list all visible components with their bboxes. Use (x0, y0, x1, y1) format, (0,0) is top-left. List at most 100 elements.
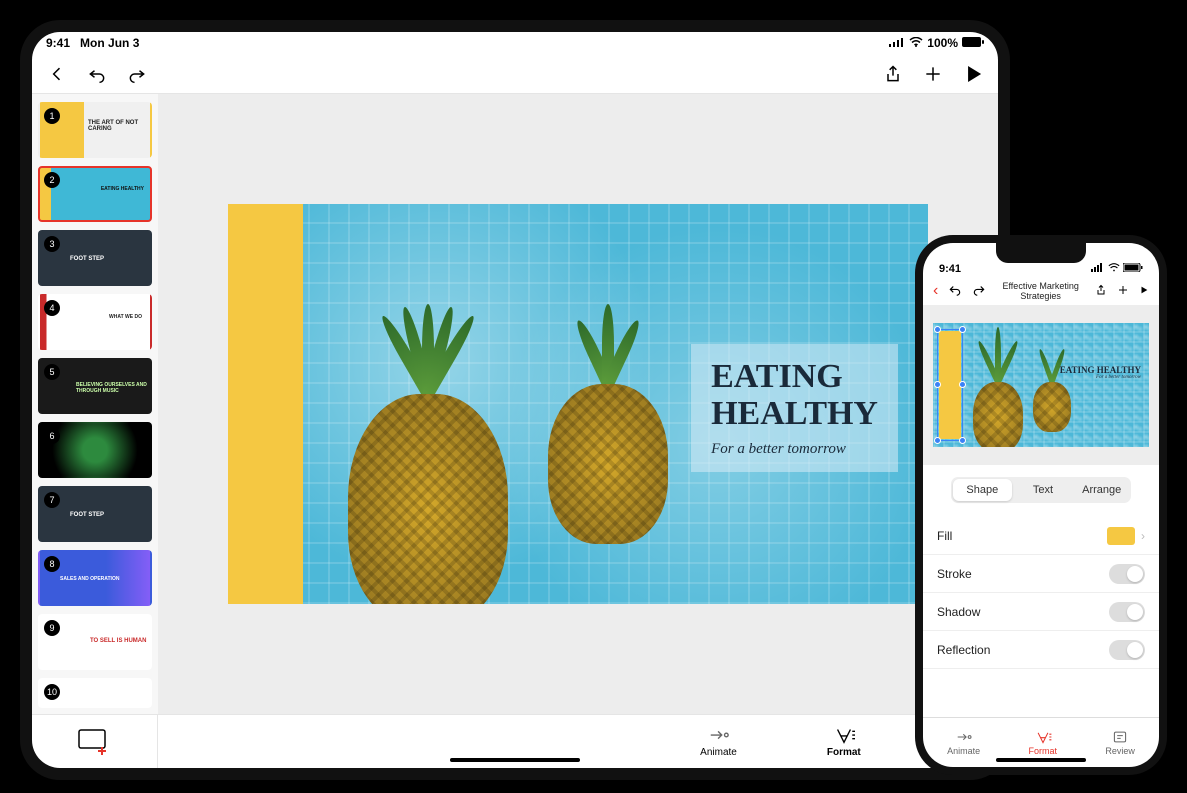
play-button[interactable] (962, 63, 984, 85)
iphone-time: 9:41 (939, 263, 961, 275)
iphone-home-indicator[interactable] (996, 758, 1086, 762)
chevron-right-icon: › (1141, 529, 1145, 543)
format-label: Format (827, 747, 861, 758)
status-left: 9:41 Mon Jun 3 (46, 36, 139, 50)
iphone-back-button[interactable]: ‹ (933, 282, 938, 300)
pineapple-image (348, 394, 508, 604)
ipad-screen: 9:41 Mon Jun 3 100% (32, 32, 998, 768)
status-right: 100% (889, 36, 984, 50)
format-panel: Shape Text Arrange Fill › Stroke Shadow (923, 465, 1159, 717)
slide-text-box[interactable]: EATINGHEALTHY For a better tomorrow (691, 344, 898, 472)
back-button[interactable] (46, 63, 68, 85)
slide-canvas[interactable]: EATINGHEALTHY For a better tomorrow (158, 94, 998, 714)
iphone-document-title: Effective Marketing Strategies (986, 281, 1095, 301)
thumbnail-number: 2 (44, 172, 60, 188)
thumbnail-number: 10 (44, 684, 60, 700)
thumbnail-label: THE ART OF NOT CARING (88, 120, 150, 132)
iphone-header: ‹ Effective Marketing Strategies (923, 277, 1159, 305)
reflection-toggle[interactable] (1109, 640, 1145, 660)
format-segment[interactable]: Shape Text Arrange (951, 477, 1131, 503)
thumbnail-5[interactable]: 5 BELIEVING OURSELVES AND THROUGH MUSIC (38, 358, 152, 414)
iphone-add-button[interactable] (1117, 284, 1129, 298)
slide-subtitle: For a better tomorrow (711, 441, 878, 458)
thumbnail-8[interactable]: 8 SALES AND OPERATION (38, 550, 152, 606)
thumbnail-1[interactable]: 1 THE ART OF NOT CARING (38, 102, 152, 158)
undo-button[interactable] (86, 63, 108, 85)
fill-swatch[interactable] (1107, 527, 1135, 545)
fill-row[interactable]: Fill › (923, 517, 1159, 555)
thumbnail-2[interactable]: 2 EATING HEALTHY (38, 166, 152, 222)
thumbnail-number: 5 (44, 364, 60, 380)
share-button[interactable] (882, 63, 904, 85)
thumbnail-label: TO SELL IS HUMAN (90, 638, 146, 644)
iphone-animate-tab[interactable]: Animate (947, 730, 980, 756)
signal-icon (889, 36, 905, 50)
thumbnail-10[interactable]: 10 (38, 678, 152, 708)
iphone-review-tab[interactable]: Review (1105, 730, 1135, 756)
iphone-device: 9:41 ‹ Effective Marketing Strategies (915, 235, 1167, 775)
thumbnail-7[interactable]: 7 FOOT STEP (38, 486, 152, 542)
thumbnail-number: 7 (44, 492, 60, 508)
segment-arrange[interactable]: Arrange (1072, 477, 1131, 503)
thumbnail-label: FOOT STEP (70, 256, 104, 262)
shadow-label: Shadow (937, 605, 980, 619)
pineapple-image (548, 384, 668, 544)
home-indicator[interactable] (450, 758, 580, 762)
battery-percent: 100% (927, 36, 958, 50)
animate-label: Animate (700, 747, 737, 758)
thumbnail-label: FOOT STEP (70, 512, 104, 518)
thumbnail-4[interactable]: 4 WHAT WE DO (38, 294, 152, 350)
animate-tab[interactable]: Animate (700, 725, 737, 758)
thumbnail-number: 1 (44, 108, 60, 124)
reflection-label: Reflection (937, 643, 990, 657)
thumbnail-number: 6 (44, 428, 60, 444)
thumbnail-9[interactable]: 9 TO SELL IS HUMAN (38, 614, 152, 670)
iphone-play-button[interactable] (1139, 284, 1149, 298)
iphone-redo-button[interactable] (972, 284, 986, 298)
iphone-slide[interactable]: EATING HEALTHY For a better tomorrow (933, 323, 1149, 447)
iphone-format-tab[interactable]: Format (1029, 730, 1058, 756)
thumbnail-number: 3 (44, 236, 60, 252)
add-slide-button[interactable] (32, 715, 158, 768)
stroke-row[interactable]: Stroke (923, 555, 1159, 593)
iphone-slide-title: EATING HEALTHY For a better tomorrow (1060, 365, 1141, 380)
stroke-label: Stroke (937, 567, 972, 581)
iphone-share-button[interactable] (1095, 283, 1107, 299)
status-date: Mon Jun 3 (80, 36, 139, 50)
pineapple-image (1033, 382, 1071, 432)
toolbar (32, 54, 998, 94)
redo-button[interactable] (126, 63, 148, 85)
segment-shape[interactable]: Shape (953, 479, 1012, 501)
stroke-toggle[interactable] (1109, 564, 1145, 584)
reflection-row[interactable]: Reflection (923, 631, 1159, 669)
slide-thumbnails[interactable]: 1 THE ART OF NOT CARING 2 EATING HEALTHY… (32, 94, 158, 714)
thumbnail-number: 4 (44, 300, 60, 316)
iphone-undo-button[interactable] (948, 284, 962, 298)
iphone-canvas[interactable]: EATING HEALTHY For a better tomorrow (923, 305, 1159, 465)
slide-title: EATINGHEALTHY (711, 358, 878, 433)
iphone-screen: 9:41 ‹ Effective Marketing Strategies (923, 243, 1159, 767)
format-tab[interactable]: Format (827, 725, 861, 758)
segment-text[interactable]: Text (1014, 477, 1073, 503)
current-slide[interactable]: EATINGHEALTHY For a better tomorrow (228, 204, 928, 604)
pineapple-image (973, 382, 1023, 447)
battery-icon (962, 36, 984, 50)
shadow-toggle[interactable] (1109, 602, 1145, 622)
thumbnail-label: BELIEVING OURSELVES AND THROUGH MUSIC (76, 382, 150, 394)
thumbnail-label: EATING HEALTHY (101, 186, 144, 192)
thumbnail-label: WHAT WE DO (109, 314, 142, 320)
thumbnail-6[interactable]: 6 (38, 422, 152, 478)
bottom-toolbar: Animate Format R (32, 714, 998, 768)
add-button[interactable] (922, 63, 944, 85)
shadow-row[interactable]: Shadow (923, 593, 1159, 631)
status-bar: 9:41 Mon Jun 3 100% (32, 32, 998, 54)
wifi-icon (909, 36, 923, 50)
thumbnail-3[interactable]: 3 FOOT STEP (38, 230, 152, 286)
thumbnail-label: SALES AND OPERATION (60, 576, 119, 582)
thumbnail-number: 9 (44, 620, 60, 636)
yellow-shape[interactable] (228, 204, 303, 604)
iphone-status-icons (1091, 263, 1143, 275)
selection-box[interactable] (937, 329, 963, 441)
notch (996, 243, 1086, 263)
status-time: 9:41 (46, 36, 70, 50)
